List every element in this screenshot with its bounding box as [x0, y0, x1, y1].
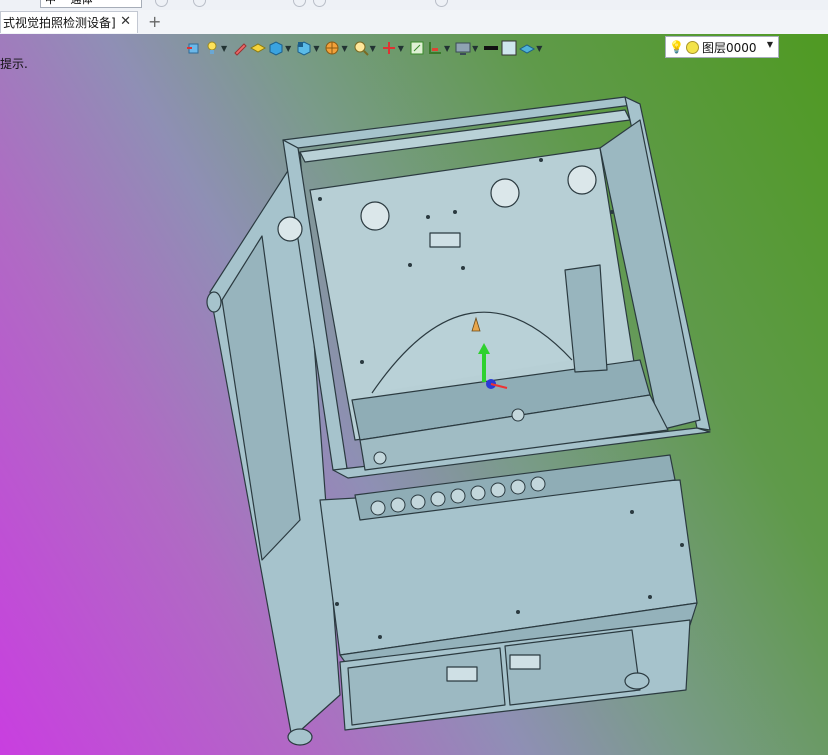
clip-icon: [428, 42, 441, 54]
zoom-tool[interactable]: ▼: [353, 38, 379, 58]
pencil-icon: [234, 43, 247, 56]
redo-icon[interactable]: [193, 0, 206, 7]
axis-icon: [382, 42, 395, 54]
tab-document[interactable]: 式视觉拍照检测设备] ✕: [0, 11, 138, 33]
fill-color-tool[interactable]: [501, 38, 517, 58]
view-orient-tool[interactable]: [186, 38, 202, 58]
pan-icon[interactable]: [313, 0, 326, 7]
layer-plane-tool[interactable]: ▼: [519, 38, 545, 58]
view-tool[interactable]: ▼: [296, 38, 322, 58]
cube-shade-icon: [269, 41, 283, 56]
light-tool[interactable]: ▼: [204, 38, 230, 58]
line-color-icon: [484, 46, 499, 50]
display-icon: [455, 42, 471, 55]
zoom-icon: [354, 41, 369, 56]
shade-tool[interactable]: ▼: [268, 38, 294, 58]
section-icon: [325, 41, 339, 55]
line-color-tool[interactable]: [483, 38, 499, 58]
tab-title: 式视觉拍照检测设备]: [3, 16, 116, 30]
close-icon[interactable]: ✕: [120, 14, 131, 29]
document-tab-bar: 式视觉拍照检测设备] ✕ +: [0, 10, 828, 35]
pencil-tool[interactable]: [232, 38, 248, 58]
chevron-down-icon[interactable]: ▼: [767, 40, 773, 49]
new-tab-button[interactable]: +: [148, 12, 161, 31]
fit-icon[interactable]: [435, 0, 448, 7]
view-toolbar: ▼ ▼ ▼ ▼ ▼ ▼ ▼ ▼ ▼: [186, 38, 545, 58]
view-orient-icon: [187, 43, 199, 54]
axis-tool[interactable]: ▼: [381, 38, 407, 58]
display-tool[interactable]: ▼: [455, 38, 481, 58]
cube-view-icon: [297, 41, 311, 56]
frame-icon: [410, 41, 424, 55]
layer-color-icon: [685, 40, 699, 54]
clip-tool[interactable]: ▼: [427, 38, 453, 58]
section-tool[interactable]: ▼: [324, 38, 350, 58]
bulb-icon[interactable]: 💡: [669, 40, 684, 54]
selection-filter-combo[interactable]: 中 一通体: [40, 0, 142, 8]
undo-icon[interactable]: [155, 0, 168, 7]
light-icon: [207, 41, 217, 54]
box-icon: [250, 43, 267, 53]
rotate-icon[interactable]: [293, 0, 306, 7]
frame-tool[interactable]: [409, 38, 425, 58]
machine-model[interactable]: [0, 34, 828, 755]
layer-select[interactable]: 💡 图层0000 ▼: [665, 36, 779, 58]
layer-name: 图层0000: [701, 40, 757, 55]
fill-color-icon: [501, 40, 517, 56]
layer-plane-icon: [519, 44, 536, 54]
box-tool[interactable]: [250, 38, 267, 58]
